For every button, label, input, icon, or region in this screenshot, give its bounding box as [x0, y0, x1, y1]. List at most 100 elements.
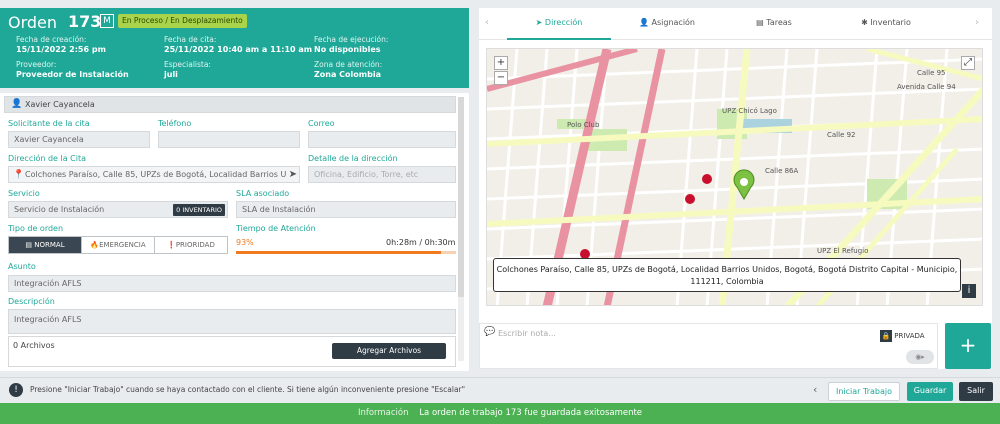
tiempo-progress-fill [236, 251, 441, 254]
telefono-label: Teléfono [158, 119, 192, 128]
tab-asignacion-label: Asignación [651, 18, 696, 27]
location-arrow-icon: ➤ [535, 18, 545, 27]
map-popup: Colchones Paraíso, Calle 85, UPZs de Bog… [493, 258, 961, 292]
tab-inventario[interactable]: ✱ Inventario [831, 8, 941, 40]
status-badge: En Proceso / En Desplazamiento [118, 14, 247, 28]
provider-label: Proveedor: [16, 60, 57, 69]
zoom-in-button[interactable]: + [494, 56, 508, 70]
servicio-field[interactable]: Servicio de Instalación 0 INVENTARIO [8, 201, 228, 218]
servicio-label: Servicio [8, 189, 40, 198]
descripcion-field[interactable]: Integración AFLS [8, 309, 456, 334]
specialist-value: juli [164, 70, 178, 79]
note-box[interactable]: 💬 Escribir nota... 🔒 PRIVADA ◉▸ [479, 323, 938, 369]
sla-label: SLA asociado [236, 189, 290, 198]
tipo-normal-label: NORMAL [34, 241, 65, 249]
appointment-value: 25/11/2022 10:40 am a 11:10 am [164, 45, 313, 54]
tiempo-label: Tiempo de Atención [236, 224, 316, 233]
info-icon[interactable]: i [962, 284, 976, 298]
detalle-label: Detalle de la dirección [308, 154, 398, 163]
tab-next-icon[interactable]: › [975, 17, 979, 28]
iniciar-trabajo-button[interactable]: Iniciar Trabajo [828, 382, 900, 401]
form-scrollbar-thumb[interactable] [458, 97, 464, 297]
list-icon: ▤ [756, 18, 767, 27]
tiempo-value: 0h:28m / 0h:30m [386, 238, 456, 247]
telefono-field[interactable] [158, 131, 300, 148]
tab-bar: ‹ ➤ Dirección 👤 Asignación ▤ Tareas ✱ In… [479, 8, 992, 40]
correo-field[interactable] [308, 131, 456, 148]
tipo-label: Tipo de orden [8, 224, 64, 233]
lock-icon: 🔒 [880, 330, 892, 342]
map-label-calle95: Calle 95 [917, 69, 946, 77]
descripcion-label: Descripción [8, 297, 55, 306]
fullscreen-icon[interactable]: ⤢ [961, 56, 975, 70]
privada-label: PRIVADA [894, 332, 925, 340]
order-tag: M [100, 14, 114, 28]
execution-value: No disponibles [314, 45, 381, 54]
direccion-label: Dirección de la Cita [8, 154, 87, 163]
correo-label: Correo [308, 119, 335, 128]
solicitante-label: Solicitante de la cita [8, 119, 90, 128]
zone-value: Zona Colombia [314, 70, 381, 79]
tab-direccion-label: Dirección [544, 18, 583, 27]
solicitante-field[interactable]: Xavier Cayancela [8, 131, 150, 148]
toast-message: La orden de trabajo 173 fue guardada exi… [419, 408, 643, 418]
privada-toggle[interactable]: 🔒 PRIVADA [880, 329, 925, 343]
map-label-calle86a: Calle 86A [765, 167, 799, 175]
toggle-icon: ◉▸ [915, 353, 925, 361]
map-label-upzrefugio: UPZ El Refugio [817, 247, 868, 255]
alert-icon: ❗ [167, 241, 176, 249]
archivos-box: 0 Archivos Agregar Archivos [8, 336, 456, 367]
toast-label: Información [357, 408, 409, 418]
tab-tareas-label: Tareas [766, 18, 792, 27]
map-label-upzchico: UPZ Chicó Lago [722, 107, 777, 115]
archivos-count: 0 Archivos [13, 341, 55, 350]
locate-icon[interactable]: ➤ [285, 167, 297, 182]
tab-tareas[interactable]: ▤ Tareas [729, 8, 819, 40]
form-scrollbar[interactable] [458, 97, 464, 361]
tab-direccion[interactable]: ➤ Dirección [507, 8, 611, 40]
fire-icon: 🔥 [90, 241, 100, 249]
tipo-emergencia-label: EMERGENCIA [99, 241, 146, 249]
tipo-prioridad-label: PRIORIDAD [175, 241, 215, 249]
user-bar[interactable]: 👤 Xavier Cayancela [4, 96, 456, 113]
map[interactable]: Calle 95 Avenida Calle 94 Polo Club UPZ … [486, 48, 983, 306]
inventario-badge[interactable]: 0 INVENTARIO [173, 204, 225, 216]
zone-label: Zona de atención: [314, 60, 383, 69]
tipo-selector: ▤ NORMAL 🔥EMERGENCIA ❗PRIORIDAD [8, 236, 228, 254]
right-panel: ‹ ➤ Dirección 👤 Asignación ▤ Tareas ✱ In… [479, 8, 992, 369]
execution-label: Fecha de ejecución: [314, 35, 389, 44]
note-input[interactable]: Escribir nota... [498, 329, 556, 338]
asunto-field[interactable]: Integración AFLS [8, 275, 456, 292]
chevron-left-icon[interactable]: ‹ [813, 383, 817, 396]
tiempo-percent: 93% [236, 238, 254, 247]
asunto-label: Asunto [8, 262, 36, 271]
specialist-label: Especialista: [164, 60, 211, 69]
tab-prev-icon[interactable]: ‹ [485, 17, 489, 28]
created-value: 15/11/2022 2:56 pm [16, 45, 106, 54]
map-label-poloclub: Polo Club [567, 121, 600, 129]
direccion-field[interactable]: 📍 Colchones Paraíso, Calle 85, UPZs de B… [8, 166, 300, 183]
tipo-emergencia[interactable]: 🔥EMERGENCIA [82, 237, 155, 253]
detalle-field[interactable]: Oficina, Edificio, Torre, etc [308, 166, 456, 183]
zoom-out-button[interactable]: − [494, 71, 508, 85]
toast-notification: Información La orden de trabajo 173 fue … [0, 403, 1000, 424]
tab-inventario-label: Inventario [870, 18, 911, 27]
order-form: 👤 Xavier Cayancela Solicitante de la cit… [0, 93, 469, 371]
note-send-toggle[interactable]: ◉▸ [906, 350, 934, 364]
appointment-label: Fecha de cita: [164, 35, 217, 44]
warning-icon: ! [9, 383, 23, 397]
sla-field[interactable]: SLA de Instalación [236, 201, 456, 218]
add-note-button[interactable]: + [945, 323, 991, 369]
user-icon: 👤 [638, 18, 652, 27]
order-number: 173 [68, 12, 102, 31]
tab-asignacion[interactable]: 👤 Asignación [619, 8, 715, 40]
guardar-button[interactable]: Guardar [907, 382, 953, 401]
salir-button[interactable]: Salir [959, 382, 993, 401]
tipo-normal[interactable]: ▤ NORMAL [9, 237, 82, 253]
direccion-value: Colchones Paraíso, Calle 85, UPZs de Bog… [25, 170, 294, 179]
tipo-prioridad[interactable]: ❗PRIORIDAD [155, 237, 227, 253]
created-label: Fecha de creación: [16, 35, 87, 44]
tiempo-progress [236, 251, 456, 254]
agregar-archivos-button[interactable]: Agregar Archivos [332, 343, 446, 359]
comment-icon: 💬 [484, 327, 496, 337]
